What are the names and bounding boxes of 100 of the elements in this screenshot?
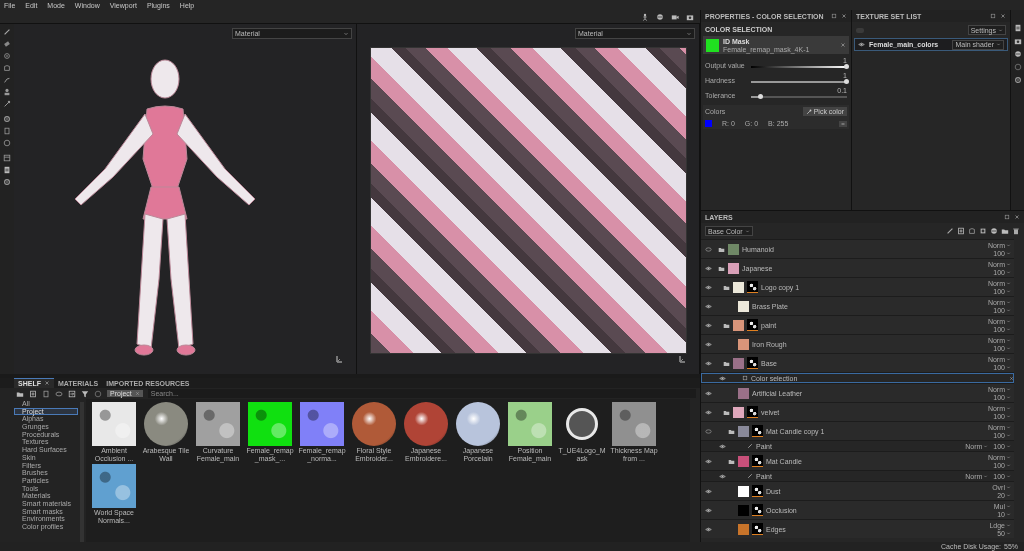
float-icon[interactable]	[1004, 214, 1010, 220]
eye-icon[interactable]	[705, 487, 712, 495]
color-picker-icon[interactable]	[3, 100, 11, 108]
mask-icon[interactable]	[979, 227, 987, 235]
texture-thumbnail[interactable]	[612, 402, 656, 446]
smudge-icon[interactable]	[3, 76, 11, 84]
settings-icon[interactable]	[3, 115, 11, 123]
float-icon[interactable]	[990, 13, 996, 19]
minus-icon	[840, 120, 846, 127]
material-sphere-thumbnail[interactable]	[404, 402, 448, 446]
eye-icon[interactable]	[705, 340, 712, 348]
brush-icon[interactable]	[946, 227, 954, 235]
close-icon[interactable]	[43, 380, 50, 386]
polygon-fill-icon[interactable]	[3, 64, 11, 72]
video-camera-icon[interactable]	[671, 12, 679, 21]
texture-set-icon[interactable]	[1013, 24, 1022, 32]
material-sphere-thumbnail[interactable]	[352, 402, 396, 446]
sphere-icon[interactable]	[990, 227, 998, 235]
folder-icon[interactable]	[718, 245, 725, 253]
clone-stamp-icon[interactable]	[3, 88, 11, 96]
brush-icon[interactable]	[3, 28, 11, 36]
slider-thumb[interactable]	[844, 79, 849, 84]
caret-icon	[983, 443, 989, 449]
circle-icon[interactable]	[94, 389, 102, 398]
import-icon[interactable]	[68, 389, 76, 398]
projection-icon[interactable]	[3, 52, 11, 60]
fill-icon[interactable]	[968, 227, 976, 235]
eyedropper-icon	[805, 108, 812, 115]
caret-icon	[983, 473, 989, 479]
eye-icon[interactable]	[705, 408, 712, 416]
add-layer-icon[interactable]	[957, 227, 965, 235]
eye-icon[interactable]	[705, 264, 712, 272]
hide-icon[interactable]	[55, 389, 63, 398]
folder-icon[interactable]	[728, 427, 735, 435]
brush-icon[interactable]	[747, 473, 753, 479]
close-icon[interactable]	[840, 42, 846, 48]
eye-icon[interactable]	[705, 506, 712, 514]
selection-icon[interactable]	[742, 375, 748, 381]
brush-icon[interactable]	[747, 443, 753, 449]
eye-icon[interactable]	[705, 302, 712, 310]
axis-gizmo-icon	[334, 354, 344, 364]
mask-thumbnail	[706, 38, 719, 52]
eye-icon[interactable]	[719, 374, 726, 382]
sheet-icon[interactable]	[3, 166, 11, 174]
material-sphere-thumbnail[interactable]	[144, 402, 188, 446]
hidden-icon[interactable]	[705, 245, 712, 253]
folder-icon[interactable]	[723, 321, 730, 329]
close-icon[interactable]	[1014, 214, 1020, 220]
axis-gizmo-icon	[677, 354, 687, 364]
eye-icon[interactable]	[858, 41, 865, 48]
trash-icon[interactable]	[1012, 227, 1020, 235]
window-icon[interactable]	[3, 154, 11, 162]
color-swatch[interactable]	[705, 120, 712, 127]
caret-icon	[998, 27, 1003, 33]
folder-icon[interactable]	[723, 408, 730, 416]
help-icon[interactable]	[1013, 63, 1022, 71]
eye-icon[interactable]	[719, 472, 726, 480]
eye-icon[interactable]	[705, 321, 712, 329]
screenshot-icon[interactable]	[686, 12, 694, 21]
folder-icon[interactable]	[718, 264, 725, 272]
hidden-icon[interactable]	[705, 427, 712, 435]
slider-thumb[interactable]	[757, 94, 763, 99]
settings-icon[interactable]	[3, 178, 11, 186]
texture-thumbnail[interactable]	[196, 402, 240, 446]
float-icon[interactable]	[831, 13, 837, 19]
filter-icon[interactable]	[81, 389, 89, 398]
folder-icon[interactable]	[723, 359, 730, 367]
caret-icon	[686, 30, 692, 37]
folder-icon[interactable]	[728, 457, 735, 465]
settings-icon[interactable]	[1013, 76, 1022, 84]
document-icon[interactable]	[3, 127, 11, 135]
caret-icon	[996, 42, 1001, 47]
folder-icon[interactable]	[1001, 227, 1009, 235]
texture-thumbnail[interactable]	[92, 464, 136, 508]
eye-icon[interactable]	[705, 389, 712, 397]
display-icon[interactable]	[1013, 37, 1022, 45]
folder-icon[interactable]	[16, 389, 24, 398]
remove-color-button[interactable]	[839, 120, 847, 127]
texture-thumbnail[interactable]	[300, 402, 344, 446]
close-icon[interactable]	[841, 13, 847, 19]
eye-icon[interactable]	[705, 283, 712, 291]
close-icon[interactable]	[1000, 13, 1006, 19]
texture-thumbnail[interactable]	[248, 402, 292, 446]
folder-icon[interactable]	[723, 283, 730, 291]
eye-icon[interactable]	[705, 359, 712, 367]
slider-thumb[interactable]	[844, 64, 849, 69]
close-icon[interactable]	[1009, 375, 1014, 381]
eye-icon[interactable]	[705, 525, 712, 533]
environment-icon[interactable]	[1013, 50, 1022, 58]
material-sphere-thumbnail[interactable]	[456, 402, 500, 446]
environment-icon[interactable]	[656, 12, 664, 21]
eye-icon[interactable]	[705, 457, 712, 465]
sheet-icon[interactable]	[42, 389, 50, 398]
eraser-icon[interactable]	[3, 40, 11, 48]
new-file-icon[interactable]	[29, 389, 37, 398]
caret-icon	[343, 30, 349, 37]
texture-thumbnail[interactable]	[508, 402, 552, 446]
eye-icon[interactable]	[719, 442, 726, 450]
texture-thumbnail[interactable]	[92, 402, 136, 446]
sphere-icon[interactable]	[3, 139, 11, 147]
